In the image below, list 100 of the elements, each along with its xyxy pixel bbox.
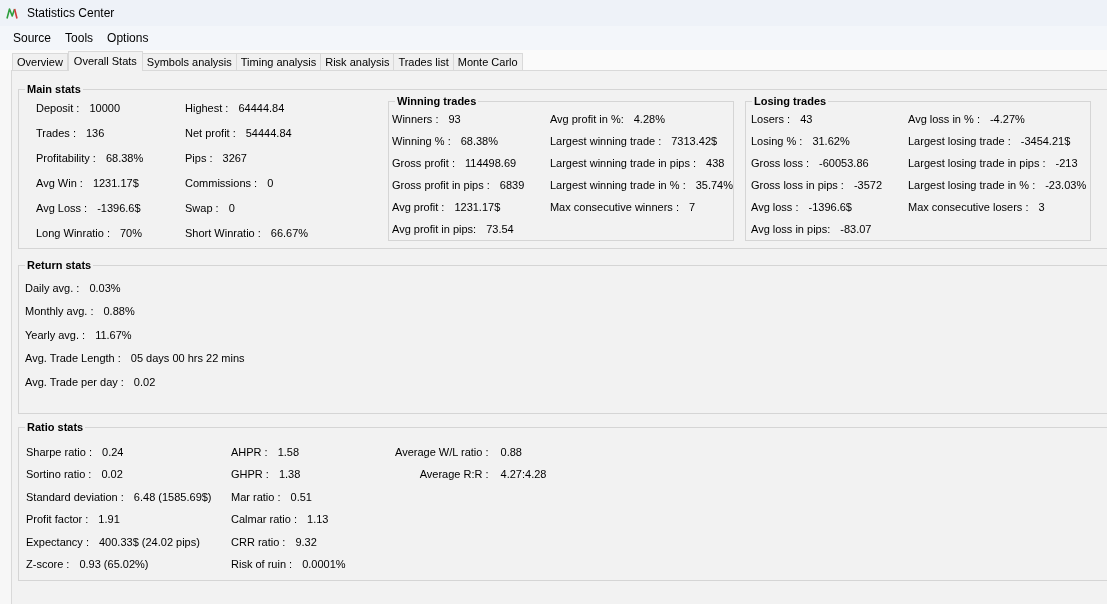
stat-label: Winners : xyxy=(392,111,439,127)
stat-label: CRR ratio : xyxy=(231,534,286,550)
stat-label: AHPR : xyxy=(231,444,268,460)
stat-value: 4.27:4.28 xyxy=(500,467,547,483)
stat-value: 05 days 00 hrs 22 mins xyxy=(130,351,245,366)
stat-label: Sharpe ratio : xyxy=(26,444,93,460)
stat-label: Avg. Trade Length : xyxy=(25,351,121,366)
stat-label: Profitability : xyxy=(36,151,96,167)
stat-value: -60053.86 xyxy=(819,155,869,171)
stat-value: 0.24 xyxy=(102,444,124,460)
stat-value: -83.07 xyxy=(840,221,872,237)
stat-label: Max consecutive losers : xyxy=(908,199,1029,215)
menu-item[interactable]: Source xyxy=(6,28,59,48)
stat-label: Expectancy : xyxy=(26,534,89,550)
stat-label: Avg loss : xyxy=(751,199,799,215)
stat-label: Daily avg. : xyxy=(25,280,80,296)
stat-value: 0.88 xyxy=(500,444,523,460)
group-title: Ratio stats xyxy=(26,420,85,434)
group-title: Main stats xyxy=(26,82,82,96)
tab[interactable]: Overall Stats xyxy=(67,51,143,71)
group-title: Losing trades xyxy=(753,94,828,108)
stat-value: 70% xyxy=(120,226,142,242)
stat-label: Commissions : xyxy=(185,176,258,192)
stat-value: -3454.21$ xyxy=(1020,133,1071,149)
stat-value: 7313.42$ xyxy=(671,133,718,149)
stat-value: 400.33$ (24.02 pips) xyxy=(99,534,200,550)
stat-label: Calmar ratio : xyxy=(231,512,298,528)
stat-label: Pips : xyxy=(185,151,213,167)
stat-label: Standard deviation : xyxy=(26,489,124,505)
stat-value: -23.03% xyxy=(1045,177,1087,193)
stat-value: 64444.84 xyxy=(238,101,285,117)
stat-value: 1.58 xyxy=(277,444,300,460)
stat-value: 1.13 xyxy=(307,512,329,528)
stat-value: 31.62% xyxy=(812,133,850,149)
stat-label: Risk of ruin : xyxy=(231,556,293,572)
stat-value: 1231.17$ xyxy=(92,176,139,192)
stat-value: -1396.6$ xyxy=(97,201,141,217)
stat-value: 10000 xyxy=(89,101,120,117)
stat-value: 9.32 xyxy=(295,534,317,550)
tab[interactable]: Timing analysis xyxy=(236,53,322,70)
stat-value: 1.38 xyxy=(278,467,301,483)
stat-label: Largest losing trade in pips : xyxy=(908,155,1046,171)
stat-label: Average R:R : xyxy=(419,467,489,483)
stat-label: Monthly avg. : xyxy=(25,304,94,319)
tab[interactable]: Monte Carlo xyxy=(453,53,523,70)
stat-label: Trades : xyxy=(36,126,76,142)
stat-label: Net profit : xyxy=(185,126,236,142)
stat-label: Gross profit in pips : xyxy=(392,177,490,193)
tab[interactable]: Overview xyxy=(12,53,68,70)
stat-label: Average W/L ratio : xyxy=(395,444,489,460)
stat-value: -3572 xyxy=(853,177,883,193)
stat-label: Avg loss in % : xyxy=(908,111,980,127)
menu-item[interactable]: Tools xyxy=(58,28,101,48)
stat-value: 0.0001% xyxy=(302,556,346,572)
stat-value: 0.02 xyxy=(133,374,156,390)
stat-value: 54444.84 xyxy=(245,126,292,142)
stat-value: -213 xyxy=(1055,155,1078,171)
stat-value: 68.38% xyxy=(460,133,498,149)
logo-icon xyxy=(6,7,18,19)
stat-value: 93 xyxy=(448,111,461,127)
stat-label: GHPR : xyxy=(231,467,269,483)
stat-value: -4.27% xyxy=(989,111,1025,127)
tab[interactable]: Trades list xyxy=(394,53,454,70)
tab[interactable]: Symbols analysis xyxy=(142,53,237,70)
stat-value: 68.38% xyxy=(105,151,144,167)
stat-label: Z-score : xyxy=(26,556,70,572)
stat-label: Avg Win : xyxy=(36,176,83,192)
stat-value: 1.91 xyxy=(98,512,120,528)
stat-value: 0.93 (65.02%) xyxy=(79,556,149,572)
stat-label: Long Winratio : xyxy=(36,226,110,242)
stat-value: 43 xyxy=(800,111,813,127)
stat-label: Mar ratio : xyxy=(231,489,281,505)
menu-item[interactable]: Options xyxy=(100,28,156,48)
stat-label: Gross loss : xyxy=(751,155,810,171)
stat-value: 66.67% xyxy=(270,226,309,242)
stat-label: Gross loss in pips : xyxy=(751,177,844,193)
stat-label: Avg profit in pips: xyxy=(392,221,477,237)
stat-value: 136 xyxy=(85,126,105,142)
stat-value: 438 xyxy=(706,155,725,171)
stat-label: Highest : xyxy=(185,101,229,117)
stat-value: 0.88% xyxy=(103,304,135,319)
stat-value: 6839 xyxy=(499,177,525,193)
stat-value: -1396.6$ xyxy=(808,199,852,215)
group-title: Return stats xyxy=(26,258,93,272)
stat-label: Gross profit : xyxy=(392,155,455,171)
stat-label: Largest losing trade in % : xyxy=(908,177,1036,193)
stat-label: Avg profit : xyxy=(392,199,445,215)
stat-value: 0.03% xyxy=(89,280,121,296)
stat-value: 35.74% xyxy=(695,177,733,193)
stat-label: Avg. Trade per day : xyxy=(25,374,124,390)
tab[interactable]: Risk analysis xyxy=(321,53,395,70)
stat-value: 11.67% xyxy=(95,327,132,343)
stat-label: Short Winratio : xyxy=(185,226,261,242)
stat-value: 114498.69 xyxy=(464,155,517,171)
stat-label: Winning % : xyxy=(392,133,451,149)
stat-label: Largest losing trade : xyxy=(908,133,1011,149)
stat-label: Largest winning trade in pips : xyxy=(549,155,697,171)
stat-label: Losing % : xyxy=(751,133,803,149)
stat-label: Profit factor : xyxy=(26,512,89,528)
stat-label: Largest winning trade in % : xyxy=(549,177,686,193)
